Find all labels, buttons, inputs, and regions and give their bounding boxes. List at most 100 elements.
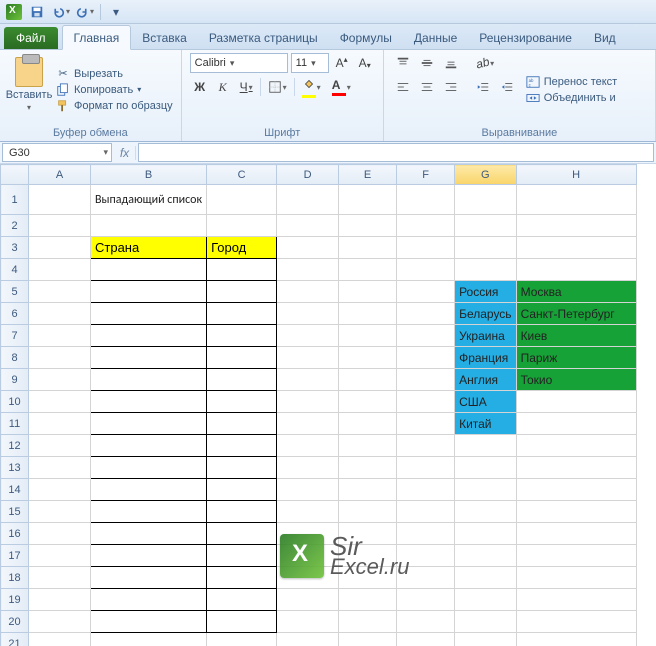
cell-D6[interactable] [277, 303, 339, 325]
cell-G17[interactable] [455, 545, 516, 567]
cell-B8[interactable] [91, 347, 207, 369]
cell-G15[interactable] [455, 501, 516, 523]
cell-A3[interactable] [29, 237, 91, 259]
cell-D5[interactable] [277, 281, 339, 303]
cell-H12[interactable] [516, 435, 636, 457]
row-header-19[interactable]: 19 [1, 589, 29, 611]
cell-F12[interactable] [397, 435, 455, 457]
cell-F2[interactable] [397, 215, 455, 237]
cell-F20[interactable] [397, 611, 455, 633]
merge-button[interactable]: Объединить и [526, 91, 618, 105]
cell-F11[interactable] [397, 413, 455, 435]
cell-B12[interactable] [91, 435, 207, 457]
cell-D12[interactable] [277, 435, 339, 457]
decrease-indent-button[interactable] [472, 77, 494, 97]
align-bottom-button[interactable] [440, 53, 462, 73]
cell-H14[interactable] [516, 479, 636, 501]
cell-H4[interactable] [516, 259, 636, 281]
cell-A12[interactable] [29, 435, 91, 457]
cell-H7[interactable]: Киев [516, 325, 636, 347]
row-header-17[interactable]: 17 [1, 545, 29, 567]
cell-F15[interactable] [397, 501, 455, 523]
cell-H2[interactable] [516, 215, 636, 237]
cell-F10[interactable] [397, 391, 455, 413]
increase-indent-button[interactable] [496, 77, 518, 97]
cell-B3[interactable]: Страна [91, 237, 207, 259]
tab-data[interactable]: Данные [403, 26, 468, 49]
cell-F4[interactable] [397, 259, 455, 281]
cell-H11[interactable] [516, 413, 636, 435]
cell-F19[interactable] [397, 589, 455, 611]
cell-G18[interactable] [455, 567, 516, 589]
tab-review[interactable]: Рецензирование [468, 26, 583, 49]
cell-F13[interactable] [397, 457, 455, 479]
cell-B7[interactable] [91, 325, 207, 347]
row-header-16[interactable]: 16 [1, 523, 29, 545]
cell-F3[interactable] [397, 237, 455, 259]
align-center-button[interactable] [416, 77, 438, 97]
cell-D7[interactable] [277, 325, 339, 347]
cell-D19[interactable] [277, 589, 339, 611]
cell-A8[interactable] [29, 347, 91, 369]
cell-A13[interactable] [29, 457, 91, 479]
cell-C7[interactable] [207, 325, 277, 347]
cell-B15[interactable] [91, 501, 207, 523]
name-box[interactable]: G30 ▾ [2, 143, 112, 162]
row-header-2[interactable]: 2 [1, 215, 29, 237]
cell-A14[interactable] [29, 479, 91, 501]
cell-H6[interactable]: Санкт-Петербург [516, 303, 636, 325]
row-header-11[interactable]: 11 [1, 413, 29, 435]
cell-B13[interactable] [91, 457, 207, 479]
cell-E16[interactable] [339, 523, 397, 545]
col-header-H[interactable]: H [516, 165, 636, 185]
cell-C9[interactable] [207, 369, 277, 391]
cell-B2[interactable] [91, 215, 207, 237]
cell-D14[interactable] [277, 479, 339, 501]
cell-G9[interactable]: Англия [455, 369, 516, 391]
cell-G11[interactable]: Китай [455, 413, 516, 435]
save-button[interactable] [28, 3, 46, 21]
cell-F8[interactable] [397, 347, 455, 369]
cell-A2[interactable] [29, 215, 91, 237]
font-size-combo[interactable]: 11▾ [291, 53, 329, 73]
cell-D15[interactable] [277, 501, 339, 523]
cell-E4[interactable] [339, 259, 397, 281]
cell-B4[interactable] [91, 259, 207, 281]
cell-E11[interactable] [339, 413, 397, 435]
cell-G13[interactable] [455, 457, 516, 479]
cell-D20[interactable] [277, 611, 339, 633]
cell-C4[interactable] [207, 259, 277, 281]
cell-B18[interactable] [91, 567, 207, 589]
cell-F1[interactable] [397, 185, 455, 215]
cell-E12[interactable] [339, 435, 397, 457]
row-header-10[interactable]: 10 [1, 391, 29, 413]
cell-B10[interactable] [91, 391, 207, 413]
cell-H3[interactable] [516, 237, 636, 259]
row-header-21[interactable]: 21 [1, 633, 29, 646]
orientation-button[interactable]: ab [472, 53, 498, 73]
cell-D2[interactable] [277, 215, 339, 237]
cell-C16[interactable] [207, 523, 277, 545]
cell-A11[interactable] [29, 413, 91, 435]
worksheet-grid[interactable]: ABCDEFGH1Выпадающий список23СтранаГород4… [0, 164, 656, 646]
font-color-button[interactable]: A [328, 77, 355, 97]
cell-A4[interactable] [29, 259, 91, 281]
cell-A6[interactable] [29, 303, 91, 325]
cell-C18[interactable] [207, 567, 277, 589]
cell-E14[interactable] [339, 479, 397, 501]
cell-B5[interactable] [91, 281, 207, 303]
bold-button[interactable]: Ж [190, 77, 210, 97]
cell-C14[interactable] [207, 479, 277, 501]
cell-G21[interactable] [455, 633, 516, 646]
cell-G16[interactable] [455, 523, 516, 545]
cell-C11[interactable] [207, 413, 277, 435]
row-header-18[interactable]: 18 [1, 567, 29, 589]
cell-G4[interactable] [455, 259, 516, 281]
grow-font-button[interactable]: A▴ [332, 53, 352, 73]
cell-H9[interactable]: Токио [516, 369, 636, 391]
cell-F14[interactable] [397, 479, 455, 501]
cell-G3[interactable] [455, 237, 516, 259]
row-header-7[interactable]: 7 [1, 325, 29, 347]
cell-F17[interactable] [397, 545, 455, 567]
cell-H19[interactable] [516, 589, 636, 611]
